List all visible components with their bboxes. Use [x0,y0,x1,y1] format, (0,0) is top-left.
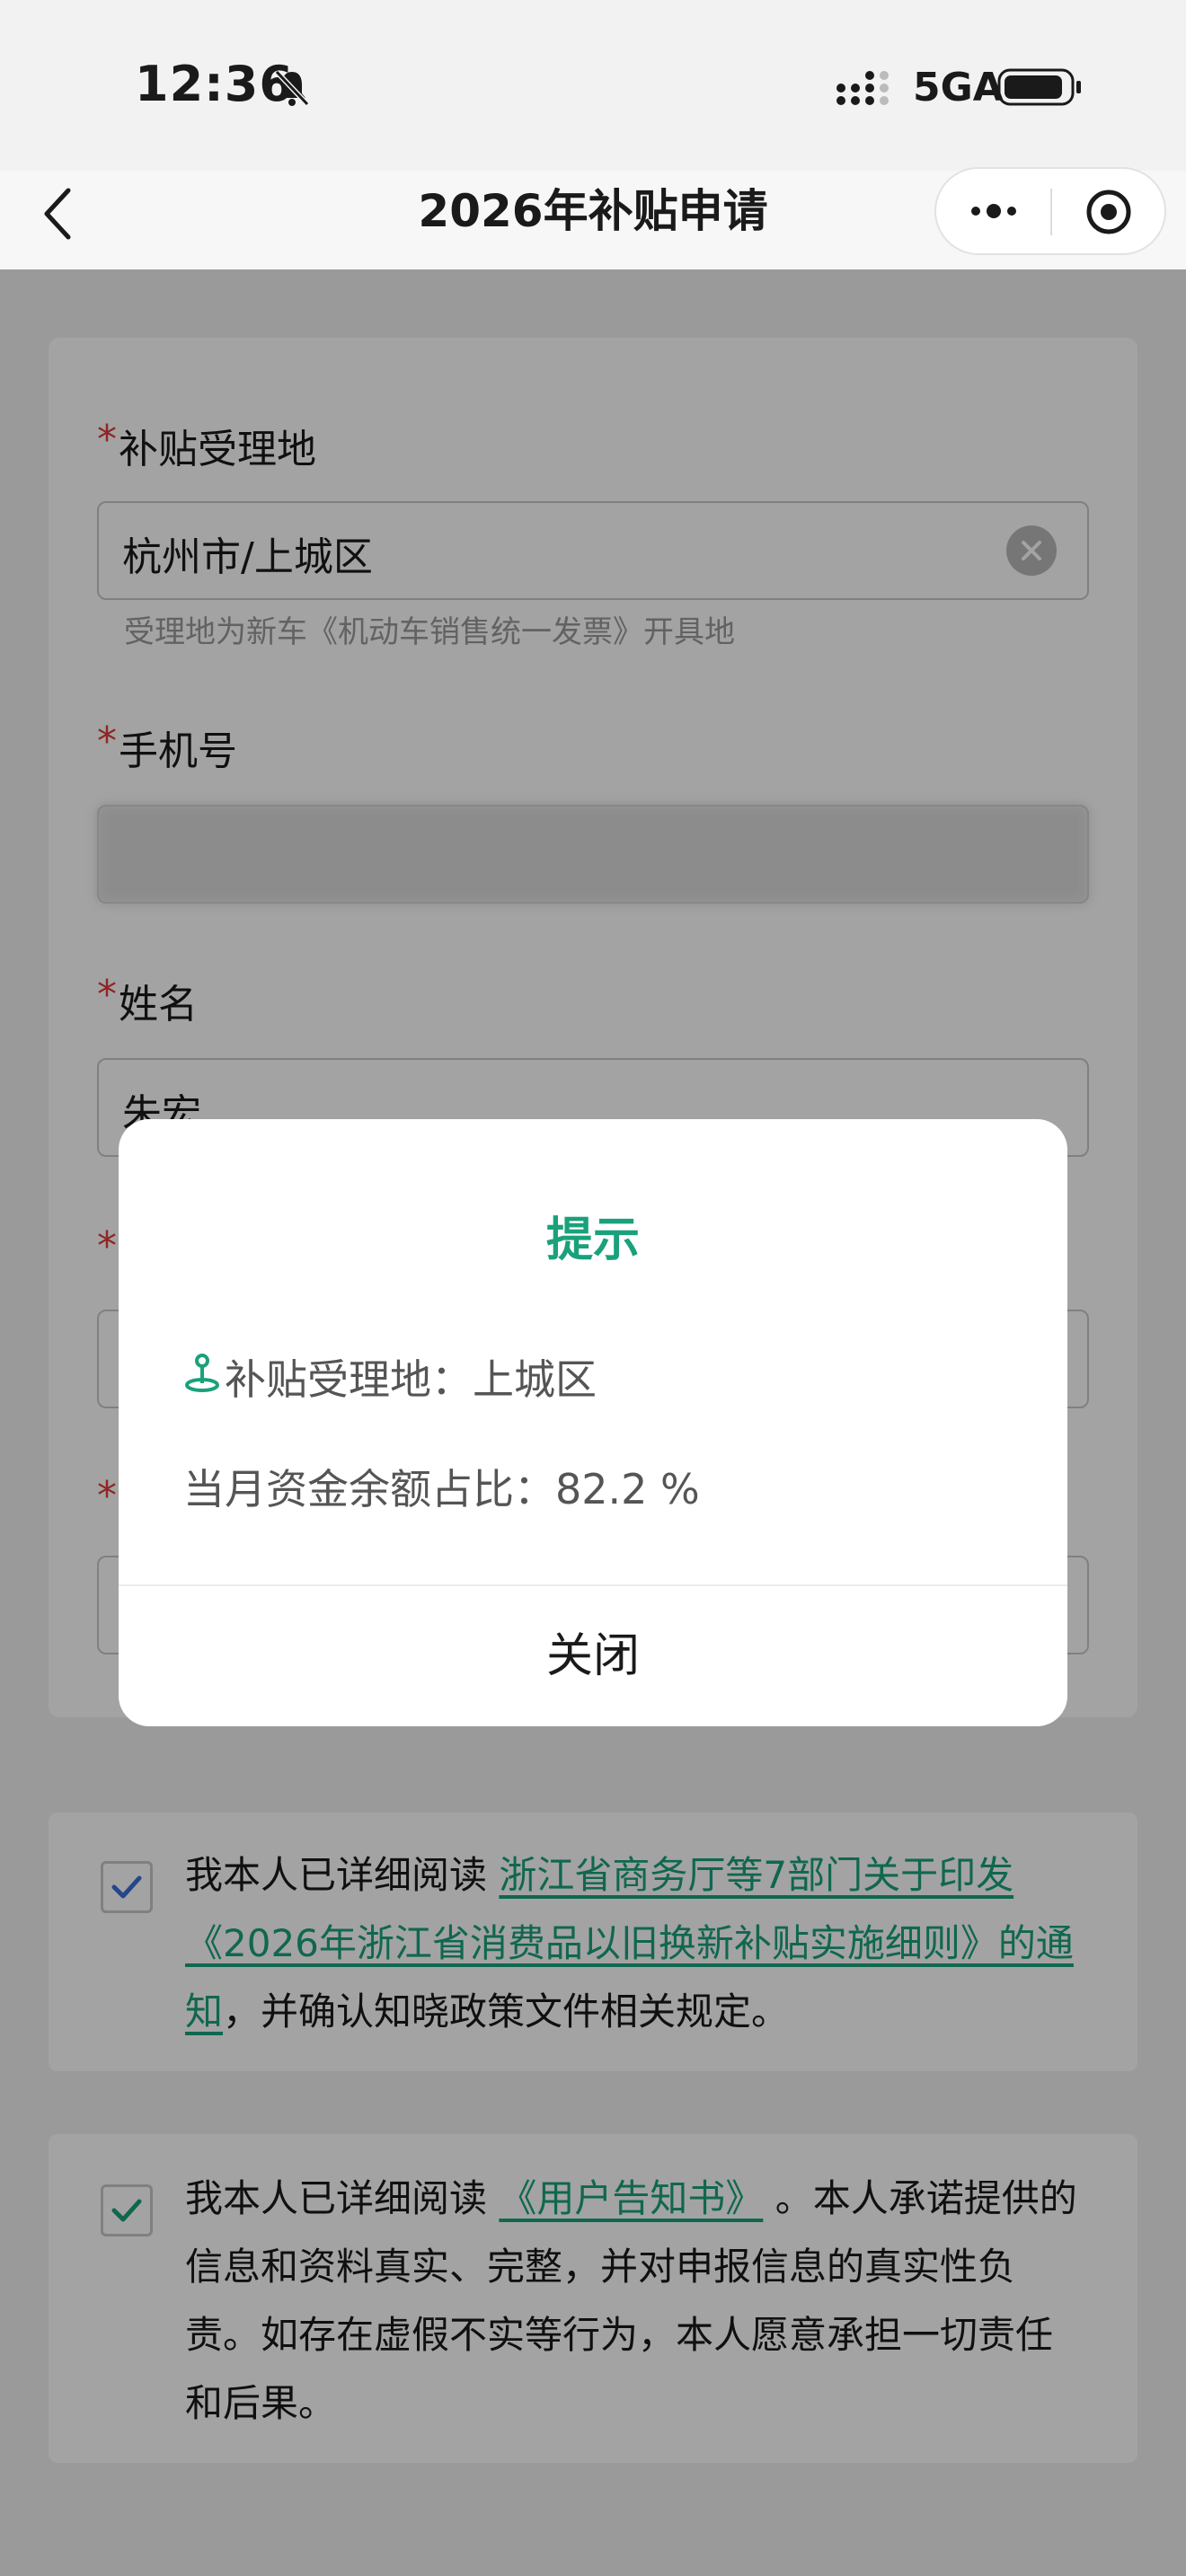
location-pin-icon [185,1354,219,1392]
capsule-divider [1050,189,1052,235]
dialog-location-line: 补贴受理地：上城区 [225,1347,597,1407]
status-time: 12:36 [135,56,294,112]
dialog-location-value: 上城区 [473,1355,597,1404]
dialog-title: 提示 [545,1213,640,1267]
battery-icon [997,68,1081,106]
close-button[interactable]: 关闭 [119,1586,1067,1726]
close-mini-program-icon[interactable] [1085,189,1132,235]
dialog-ratio-label: 当月资金余额占比： [183,1465,555,1513]
dialog-location-label: 补贴受理地： [225,1355,473,1404]
dialog-ratio-line: 当月资金余额占比：82.2 % [183,1457,700,1516]
network-type: 5GA [913,65,1004,110]
dialog-ratio-value: 82.2 % [555,1465,700,1513]
more-options-icon[interactable] [967,196,1021,226]
bell-muted-icon [274,69,310,107]
cellular-signal-icon [836,71,889,105]
